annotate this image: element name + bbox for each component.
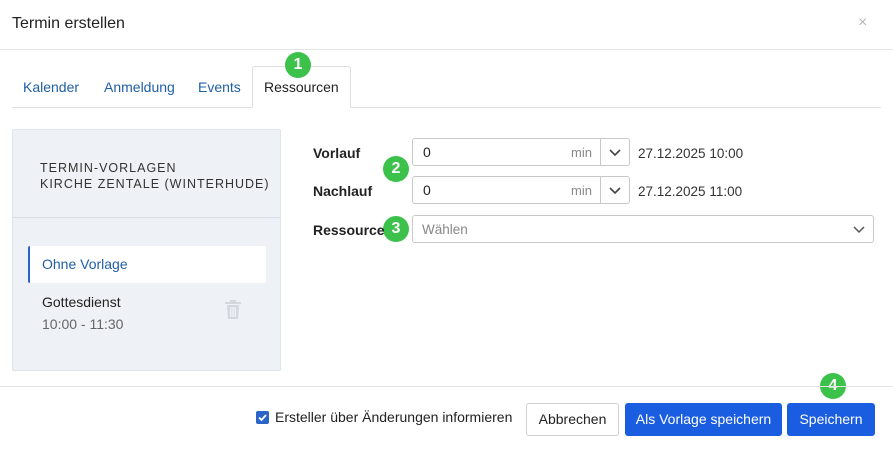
create-appointment-dialog: Termin erstellen × Kalender Anmeldung Ev… [0, 0, 893, 449]
nachlauf-value: 0 [423, 182, 431, 198]
dialog-title: Termin erstellen [12, 15, 125, 32]
nachlauf-field[interactable]: 0 min [412, 176, 630, 204]
template-item-name: Gottesdienst [42, 294, 121, 310]
trash-icon[interactable] [224, 300, 242, 320]
tab-kalender[interactable]: Kalender [12, 66, 90, 108]
template-panel-title: TERMIN-VORLAGEN [40, 161, 177, 175]
dialog-footer: Ersteller über Änderungen informieren Ab… [0, 386, 893, 449]
tab-bar: Kalender Anmeldung Events Ressourcen [12, 66, 881, 108]
tab-events[interactable]: Events [187, 66, 252, 108]
save-template-button[interactable]: Als Vorlage speichern [625, 403, 782, 436]
step-badge-1: 1 [285, 52, 311, 78]
nachlauf-date: 27.12.2025 11:00 [638, 184, 743, 199]
template-item-label: Ohne Vorlage [42, 256, 128, 272]
ressource-placeholder: Wählen [422, 222, 468, 237]
tab-anmeldung[interactable]: Anmeldung [93, 66, 186, 108]
vorlauf-field[interactable]: 0 min [412, 138, 630, 166]
template-item-ohne-vorlage[interactable]: Ohne Vorlage [28, 246, 266, 283]
chevron-down-icon[interactable] [606, 181, 624, 199]
vorlauf-label: Vorlauf [313, 145, 361, 161]
step-badge-2: 2 [383, 156, 409, 182]
save-button[interactable]: Speichern [787, 403, 875, 436]
ressource-select[interactable]: Wählen [412, 215, 874, 243]
vorlauf-unit: min [571, 145, 592, 160]
chevron-down-icon [853, 226, 865, 234]
notify-label: Ersteller über Änderungen informieren [275, 409, 513, 425]
vorlauf-date: 27.12.2025 10:00 [638, 146, 744, 161]
dialog-header: Termin erstellen × [0, 0, 893, 50]
template-panel-header: TERMIN-VORLAGEN KIRCHE ZENTALE (WINTERHU… [13, 130, 280, 218]
template-item-gottesdienst[interactable]: Gottesdienst 10:00 - 11:30 [28, 290, 266, 338]
template-panel: TERMIN-VORLAGEN KIRCHE ZENTALE (WINTERHU… [12, 129, 281, 371]
template-item-time: 10:00 - 11:30 [42, 316, 124, 332]
nachlauf-label: Nachlauf [313, 183, 373, 199]
check-icon [258, 414, 267, 422]
template-panel-subtitle: KIRCHE ZENTALE (WINTERHUDE) [40, 177, 270, 191]
ressource-label: Ressource [313, 222, 385, 238]
chevron-down-icon[interactable] [606, 143, 624, 161]
notify-checkbox[interactable] [256, 411, 269, 424]
step-badge-3: 3 [383, 216, 409, 242]
nachlauf-unit: min [571, 183, 592, 198]
vorlauf-value: 0 [423, 144, 431, 160]
cancel-button[interactable]: Abbrechen [526, 403, 619, 436]
close-icon[interactable]: × [858, 13, 867, 33]
